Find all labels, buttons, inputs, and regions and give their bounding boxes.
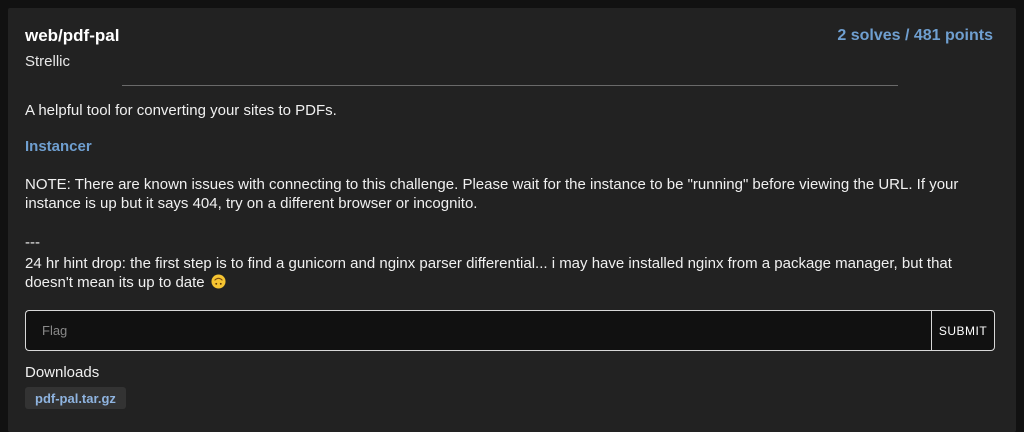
submit-button[interactable]: SUBMIT [931,310,995,351]
upside-down-face-emoji-icon [211,274,226,289]
challenge-description: A helpful tool for converting your sites… [25,102,337,119]
challenge-title: web/pdf-pal [25,26,120,45]
separator-text: --- [25,234,40,251]
instancer-link[interactable]: Instancer [25,138,92,155]
challenge-author: Strellic [25,53,71,70]
challenge-card: web/pdf-pal 2 solves / 481 points Strell… [8,8,1016,432]
flag-input[interactable] [25,310,931,351]
hint-text: 24 hr hint drop: the first step is to fi… [25,255,952,291]
challenge-hint: 24 hr hint drop: the first step is to fi… [25,254,1000,292]
download-file-chip[interactable]: pdf-pal.tar.gz [25,387,126,409]
downloads-label: Downloads [25,364,100,381]
divider [122,85,898,86]
solves-points: 2 solves / 481 points [837,27,993,44]
challenge-note: NOTE: There are known issues with connec… [25,176,959,212]
flag-form: SUBMIT [25,310,995,351]
